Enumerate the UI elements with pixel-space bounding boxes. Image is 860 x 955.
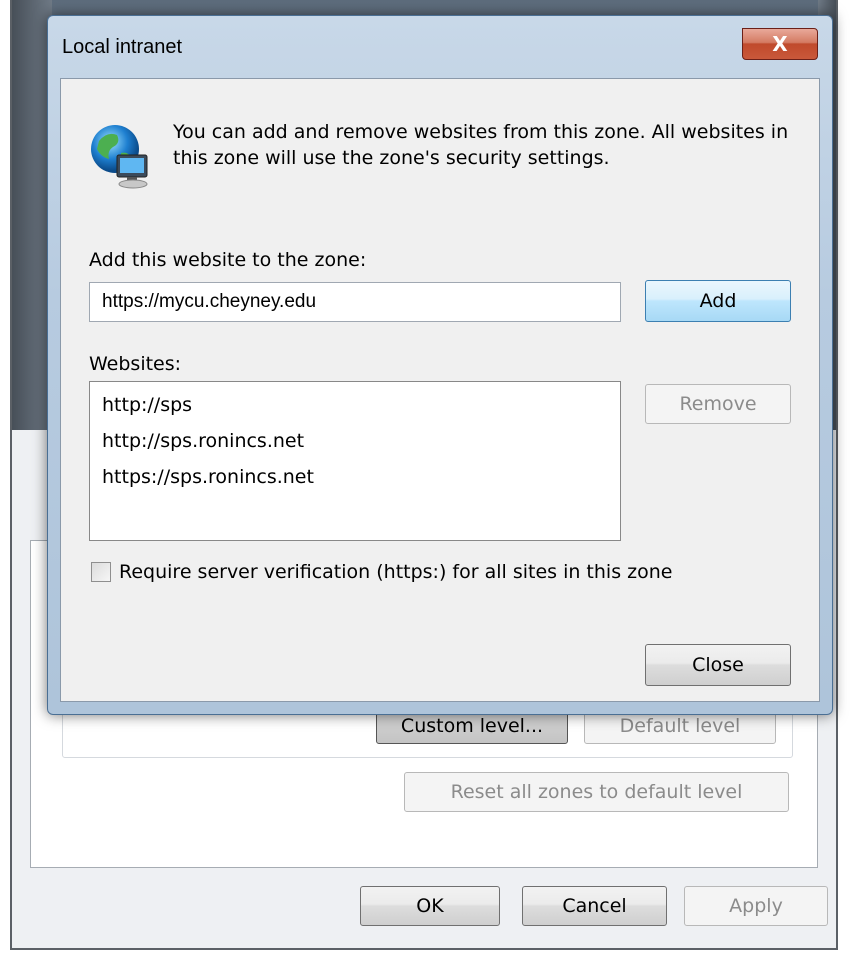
window-glass-left [12,0,52,430]
close-icon: X [772,32,788,56]
dialog-title: Local intranet [62,36,183,58]
add-button[interactable]: Add [645,280,791,322]
cancel-button[interactable]: Cancel [522,886,667,926]
list-item[interactable]: http://sps [102,387,608,423]
list-item[interactable]: http://sps.ronincs.net [102,423,608,459]
ok-button[interactable]: OK [360,886,500,926]
close-button[interactable]: Close [645,644,791,686]
reset-all-zones-button[interactable]: Reset all zones to default level [404,772,789,812]
apply-button[interactable]: Apply [684,886,828,926]
remove-button[interactable]: Remove [645,384,791,424]
add-website-label: Add this website to the zone: [89,249,367,271]
globe-computer-icon [91,125,148,189]
websites-label: Websites: [89,353,182,375]
require-https-label[interactable]: Require server verification (https:) for… [119,561,672,583]
local-intranet-dialog: Local intranet X You can add and remove … [47,15,833,715]
close-window-button[interactable]: X [742,28,818,60]
websites-list[interactable]: http://sps http://sps.ronincs.net https:… [89,381,621,541]
dialog-client-area: You can add and remove websites from thi… [60,78,820,702]
info-text: You can add and remove websites from thi… [173,121,789,169]
add-website-input[interactable]: https://mycu.cheyney.edu [89,282,621,322]
require-https-checkbox[interactable] [91,562,111,582]
list-item[interactable]: https://sps.ronincs.net [102,459,608,495]
